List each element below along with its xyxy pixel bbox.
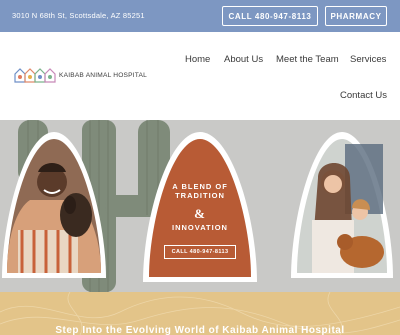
hero-tagline-line3: INNOVATION: [172, 223, 228, 232]
nav-services[interactable]: Services: [350, 54, 386, 65]
address-text: 3010 N 68th St, Scottsdale, AZ 85251: [12, 11, 145, 20]
intro-band: Step Into the Evolving World of Kaibab A…: [0, 292, 400, 335]
nav-about-us[interactable]: About Us: [224, 54, 263, 65]
top-bar: 3010 N 68th St, Scottsdale, AZ 85251 CAL…: [0, 0, 400, 32]
nav-contact-us[interactable]: Contact Us: [340, 90, 387, 101]
pharmacy-button[interactable]: PHARMACY: [325, 6, 387, 26]
nav-home[interactable]: Home: [185, 54, 210, 65]
hero-banner: A BLEND OF TRADITION & INNOVATION CALL 4…: [0, 120, 400, 292]
hero-tagline-line1: A BLEND OF TRADITION: [172, 182, 228, 200]
logo-houses-icon: [14, 68, 56, 83]
nav-meet-the-team[interactable]: Meet the Team: [276, 54, 339, 65]
hero-call-button[interactable]: CALL 480-947-8113: [164, 245, 236, 259]
call-button[interactable]: CALL 480-947-8113: [222, 6, 318, 26]
hero-tagline-ampersand: &: [194, 206, 206, 221]
logo-text: KAIBAB ANIMAL HOSPITAL: [59, 71, 147, 79]
logo[interactable]: KAIBAB ANIMAL HOSPITAL: [14, 67, 147, 83]
photo-woman-child-cat: [291, 132, 393, 278]
intro-heading: Step Into the Evolving World of Kaibab A…: [55, 325, 345, 335]
site-header: KAIBAB ANIMAL HOSPITAL Home About Us Mee…: [0, 32, 400, 120]
